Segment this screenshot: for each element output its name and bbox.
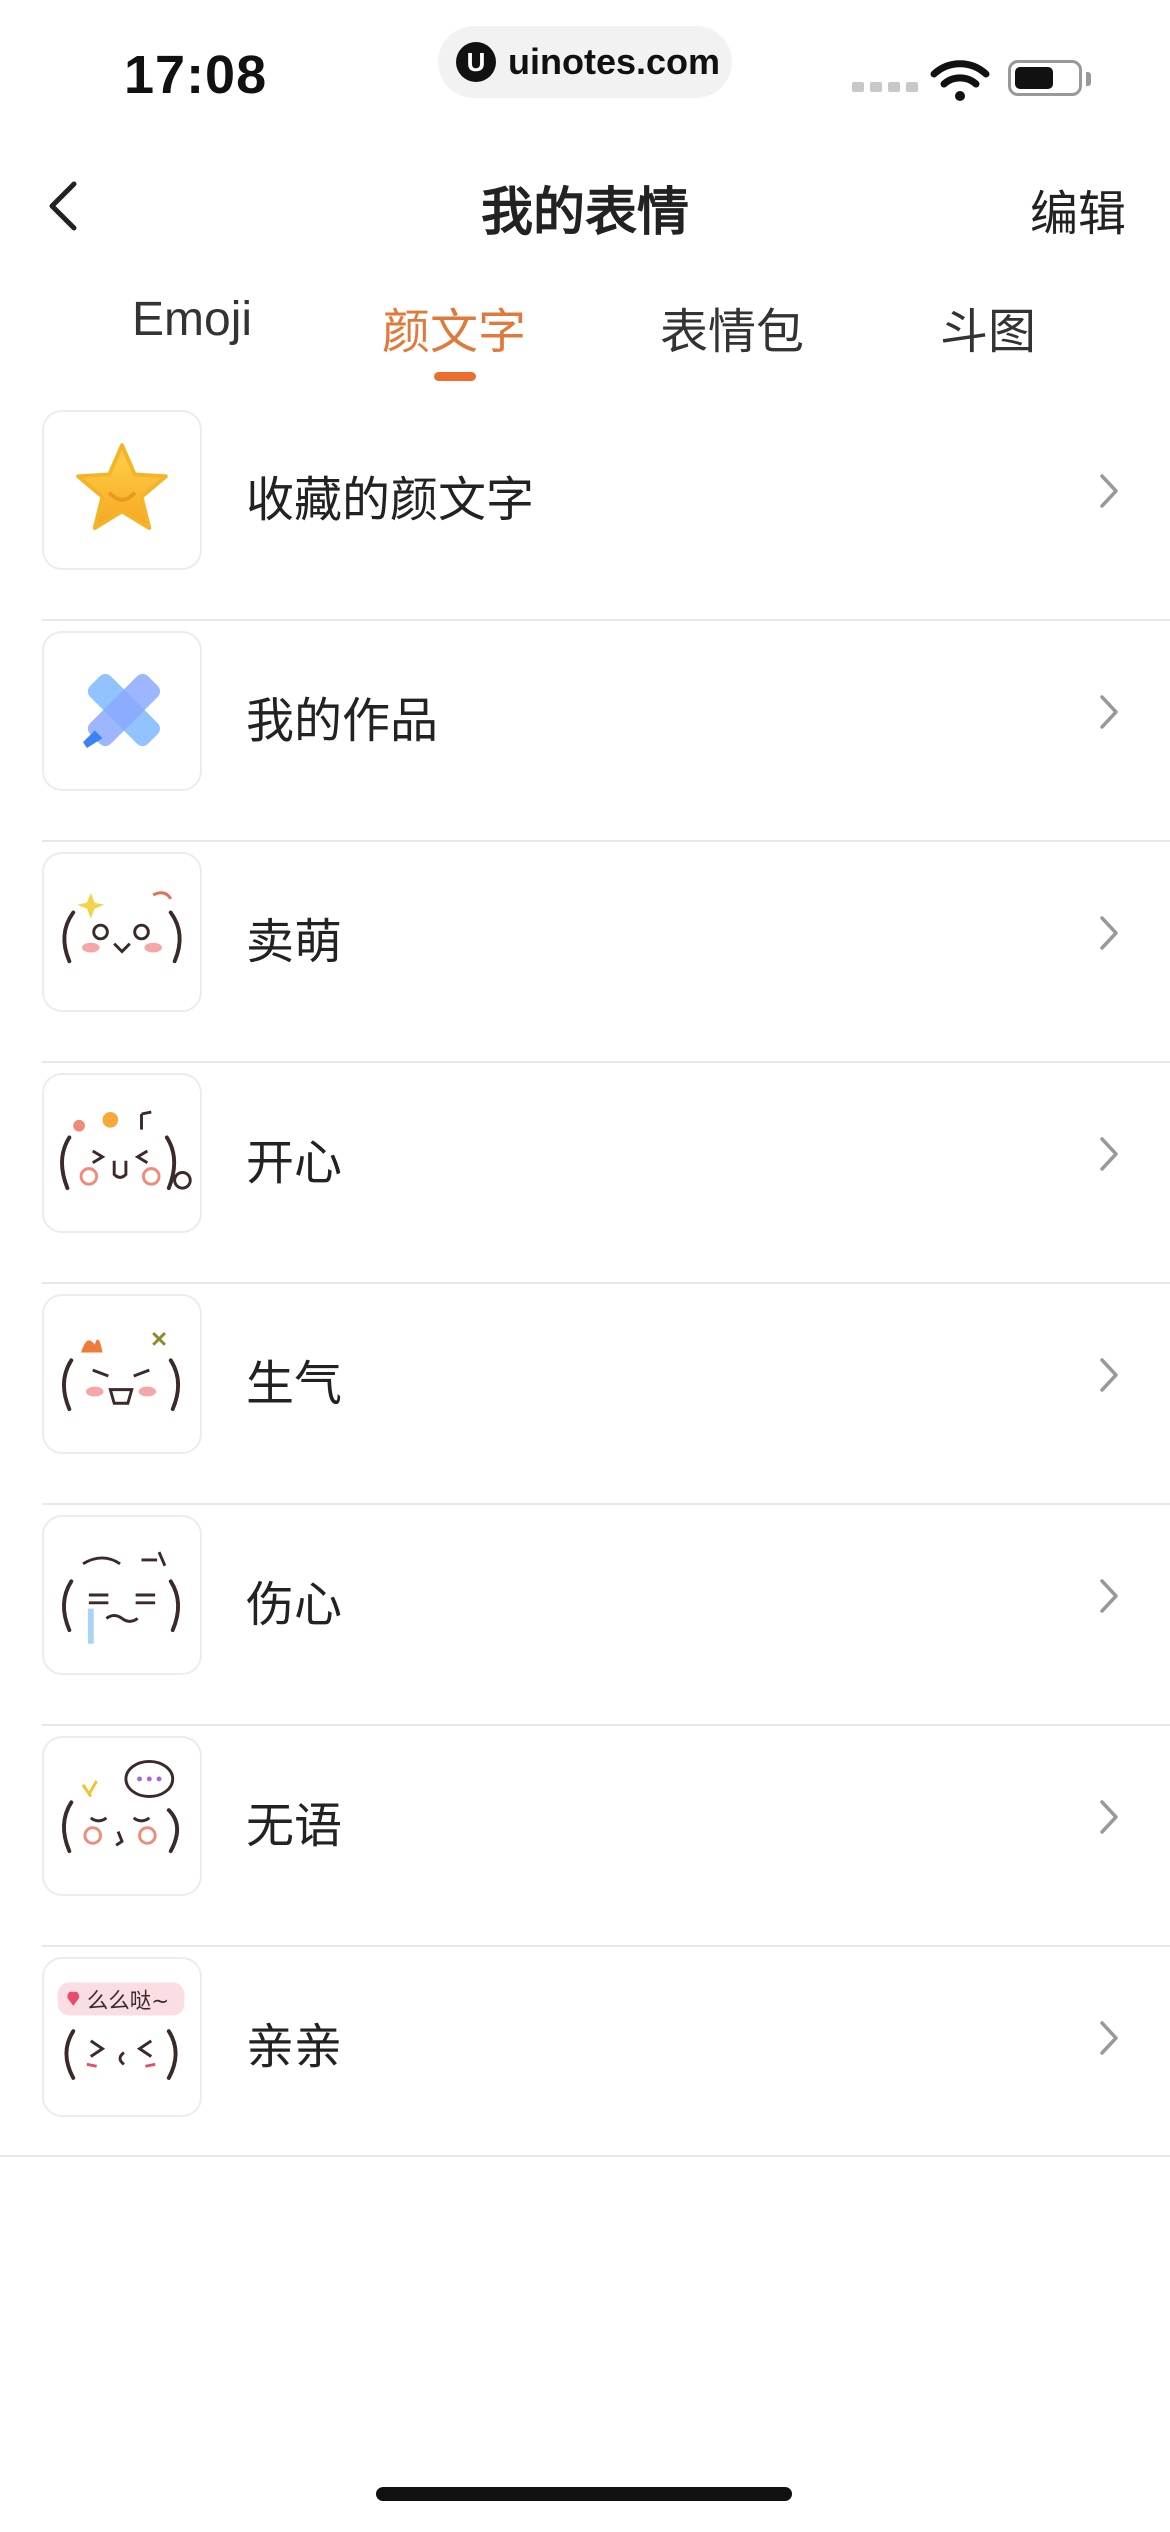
battery-tip bbox=[1086, 72, 1091, 86]
list-item-label: 无语 bbox=[246, 1800, 343, 1853]
happy-face-icon bbox=[42, 1073, 202, 1233]
tab-stickers[interactable]: 表情包 bbox=[660, 292, 804, 362]
chevron-right-icon bbox=[1100, 695, 1118, 729]
list-item[interactable]: 伤心 bbox=[0, 1505, 1170, 1726]
status-time: 17:08 bbox=[124, 45, 268, 105]
tab-kaomoji[interactable]: 颜文字 bbox=[382, 292, 526, 362]
page-title: 我的表情 bbox=[480, 184, 689, 242]
speechless-face-icon bbox=[42, 1736, 202, 1896]
list-item-label: 收藏的颜文字 bbox=[246, 474, 535, 527]
nav-header: 我的表情 编辑 bbox=[0, 160, 1170, 252]
edit-button[interactable]: 编辑 bbox=[1030, 174, 1126, 244]
chevron-right-icon bbox=[1100, 1137, 1118, 1171]
chevron-right-icon bbox=[1100, 1358, 1118, 1392]
home-indicator[interactable] bbox=[376, 2487, 792, 2501]
cellular-signal-icon bbox=[852, 82, 918, 92]
list-item-label: 亲亲 bbox=[246, 2021, 343, 2074]
status-bar: 17:08 U uinotes.com bbox=[0, 0, 1170, 140]
chevron-right-icon bbox=[1100, 2021, 1118, 2055]
cute-face-icon bbox=[42, 852, 202, 1012]
list-item[interactable]: 收藏的颜文字 bbox=[0, 400, 1170, 621]
chevron-right-icon bbox=[1100, 1579, 1118, 1613]
list-bottom-divider bbox=[0, 2155, 1170, 2157]
list-item[interactable]: 无语 bbox=[0, 1726, 1170, 1947]
kaomoji-list: 收藏的颜文字 我的作品 卖萌 开心 生气 伤心 无语 么么哒~ 亲亲 bbox=[0, 400, 1170, 2168]
wifi-icon bbox=[930, 60, 990, 101]
list-item-label: 伤心 bbox=[246, 1579, 343, 1632]
list-item[interactable]: 卖萌 bbox=[0, 842, 1170, 1063]
chevron-right-icon bbox=[1100, 916, 1118, 950]
list-item-label: 生气 bbox=[246, 1358, 343, 1411]
chevron-right-icon bbox=[1100, 474, 1118, 508]
list-item-label: 我的作品 bbox=[246, 695, 439, 748]
sad-face-icon bbox=[42, 1515, 202, 1675]
list-item[interactable]: 生气 bbox=[0, 1284, 1170, 1505]
list-item-label: 开心 bbox=[246, 1137, 343, 1190]
list-item-label: 卖萌 bbox=[246, 916, 343, 969]
list-item[interactable]: 么么哒~ 亲亲 bbox=[0, 1947, 1170, 2168]
list-item[interactable]: 开心 bbox=[0, 1063, 1170, 1284]
list-item[interactable]: 我的作品 bbox=[0, 621, 1170, 842]
tab-emoji[interactable]: Emoji bbox=[132, 292, 252, 347]
url-text: uinotes.com bbox=[508, 41, 721, 82]
angry-face-icon bbox=[42, 1294, 202, 1454]
battery-icon bbox=[1008, 60, 1082, 96]
url-pill[interactable]: U uinotes.com bbox=[438, 26, 732, 98]
chevron-right-icon bbox=[1100, 1800, 1118, 1834]
tab-meme-battle[interactable]: 斗图 bbox=[940, 292, 1036, 362]
active-tab-indicator bbox=[434, 372, 476, 381]
star-icon bbox=[42, 410, 202, 570]
sticker-text: 么么哒~ bbox=[87, 1989, 169, 2014]
category-tabs: Emoji 颜文字 表情包 斗图 bbox=[0, 292, 1170, 382]
pencil-icon bbox=[42, 631, 202, 791]
kiss-face-icon: 么么哒~ bbox=[42, 1957, 202, 2117]
site-logo-icon: U bbox=[456, 42, 496, 82]
